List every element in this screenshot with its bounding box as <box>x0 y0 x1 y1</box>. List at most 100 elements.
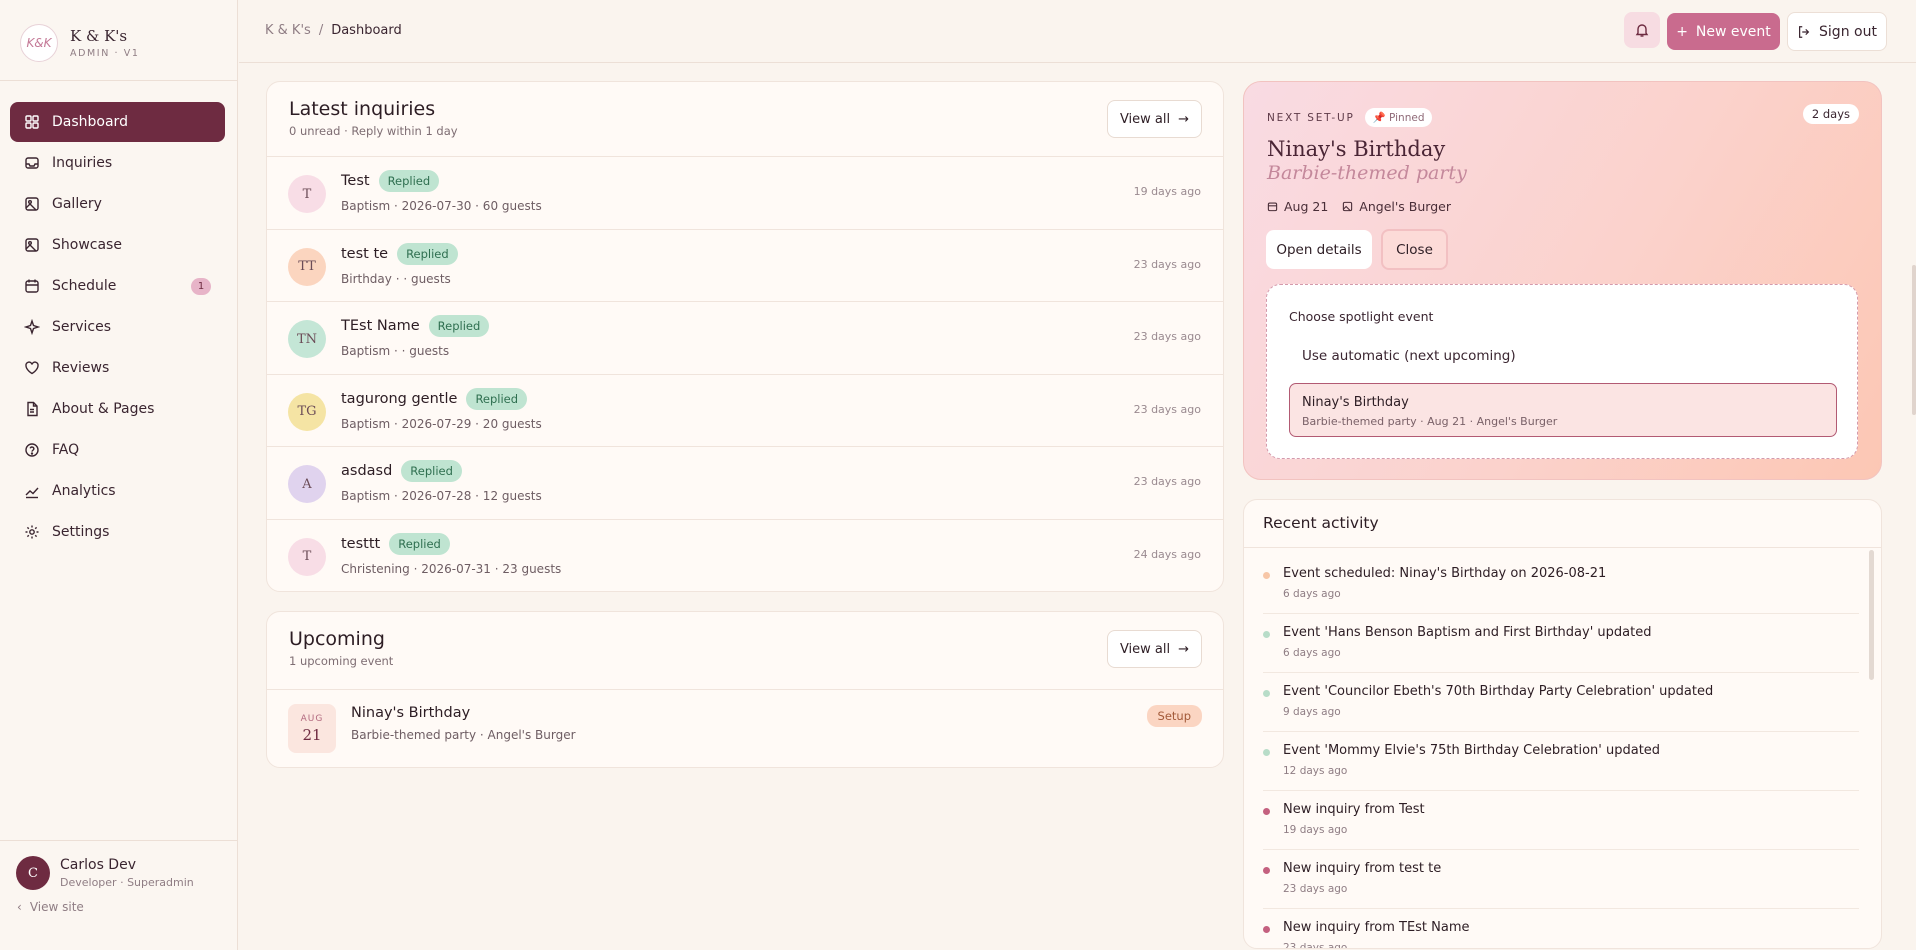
status-badge: Setup <box>1146 705 1202 727</box>
brand-subtitle: ADMIN · V1 <box>70 48 140 59</box>
activity-text: Event 'Mommy Elvie's 75th Birthday Celeb… <box>1283 743 1661 758</box>
activity-item: Event 'Councilor Ebeth's 70th Birthday P… <box>1244 673 1859 732</box>
sidebar-item-reviews[interactable]: Reviews <box>10 348 225 388</box>
sidebar: K&K K & K's ADMIN · V1 Dashboard Inquiri… <box>0 0 238 950</box>
sidebar-item-faq[interactable]: FAQ <box>10 430 225 470</box>
countdown-badge: 2 days <box>1802 104 1859 124</box>
arrow-right-icon: → <box>1178 641 1190 657</box>
image-icon <box>1343 201 1353 212</box>
activity-dot <box>1263 631 1270 638</box>
inquiry-time: 19 days ago <box>1133 185 1201 198</box>
activity-dot <box>1263 690 1270 697</box>
sidebar-item-analytics[interactable]: Analytics <box>10 471 225 511</box>
inquiry-name: test te <box>341 245 389 262</box>
status-badge: Replied <box>378 170 440 192</box>
status-badge: Replied <box>466 387 528 410</box>
page-scrollbar[interactable] <box>1912 265 1916 415</box>
activity-item: Event 'Mommy Elvie's 75th Birthday Celeb… <box>1244 732 1859 791</box>
spotlight-date-text: Aug 21 <box>1284 199 1329 214</box>
option-name: Ninay's Birthday <box>1302 395 1409 410</box>
inquiry-detail: Birthday · · guests <box>341 271 451 286</box>
sidebar-item-gallery[interactable]: Gallery <box>10 184 225 224</box>
brand[interactable]: K&K K & K's ADMIN · V1 <box>20 24 140 62</box>
option-detail: Barbie-themed party · Aug 21 · Angel's B… <box>1302 415 1558 428</box>
upcoming-event-row[interactable]: AUG 21 Ninay's Birthday Barbie-themed pa… <box>267 689 1223 767</box>
sign-out-button[interactable]: Sign out <box>1787 12 1887 51</box>
sidebar-item-label: Schedule <box>52 278 117 294</box>
divider <box>0 80 237 81</box>
automatic-option[interactable]: Use automatic (next upcoming) <box>1302 348 1516 364</box>
view-all-label: View all <box>1119 111 1171 127</box>
inquiry-row[interactable]: T Test Replied Baptism · 2026-07-30 · 60 gu… <box>267 156 1223 228</box>
upcoming-view-all-button[interactable]: View all → <box>1107 630 1202 668</box>
view-all-label: View all <box>1119 641 1171 657</box>
spotlight-option-selected[interactable]: Ninay's Birthday Barbie-themed party · A… <box>1289 383 1837 437</box>
open-details-button[interactable]: Open details <box>1266 230 1372 269</box>
sidebar-item-services[interactable]: Services <box>10 307 225 347</box>
sidebar-item-label: About & Pages <box>52 401 155 417</box>
spotlight-chooser: Choose spotlight event Use automatic (ne… <box>1266 284 1858 459</box>
chevron-left-icon: ‹ <box>17 900 22 914</box>
new-event-label: New event <box>1695 23 1771 40</box>
inquiry-row[interactable]: Aasdasd Replied Baptism · 2026-07-28 · 12 … <box>267 446 1223 518</box>
inquiry-name: Test <box>341 173 370 189</box>
next-setup-spotlight: NEXT SET-UP 📌 Pinned 2 days Ninay's Birt… <box>1243 81 1882 480</box>
sidebar-item-label: Inquiries <box>52 155 113 171</box>
calendar-icon <box>25 279 39 293</box>
sidebar-item-label: Showcase <box>52 237 122 253</box>
notifications-button[interactable] <box>1624 12 1660 48</box>
avatar: A <box>288 465 326 503</box>
plus-icon: + <box>1676 23 1688 40</box>
sidebar-item-dashboard[interactable]: Dashboard <box>10 102 225 142</box>
spotlight-label: NEXT SET-UP <box>1267 111 1355 124</box>
breadcrumb-root[interactable]: K & K's <box>265 23 311 38</box>
image-icon <box>25 238 39 252</box>
sidebar-item-inquiries[interactable]: Inquiries <box>10 143 225 183</box>
inquiry-name: TEst Name <box>341 318 420 334</box>
activity-item: New inquiry from test te 23 days ago <box>1244 850 1859 909</box>
sidebar-item-showcase[interactable]: Showcase <box>10 225 225 265</box>
avatar: TG <box>288 392 326 431</box>
status-badge: Replied <box>397 242 458 265</box>
activity-dot <box>1263 572 1270 579</box>
inquiries-view-all-button[interactable]: View all → <box>1107 100 1202 138</box>
view-site-link[interactable]: ‹ View site <box>17 900 84 914</box>
inquiries-subtitle: 0 unread · Reply within 1 day <box>289 124 458 138</box>
event-date-box: AUG 21 <box>288 704 336 753</box>
sidebar-item-label: Reviews <box>52 360 110 376</box>
activity-scrollbar[interactable] <box>1869 550 1874 680</box>
inquiry-row[interactable]: TN TEst Name Replied Baptism · · guests 23 d… <box>267 301 1223 373</box>
upcoming-subtitle: 1 upcoming event <box>289 654 394 668</box>
inquiry-row[interactable]: TT test te Replied Birthday · · guests 23 da… <box>267 228 1223 301</box>
latest-inquiries-card: Latest inquiries 0 unread · Reply within… <box>266 81 1224 592</box>
inquiry-row[interactable]: Ttesttt Replied Christening · 2026-07-31 ·… <box>267 518 1223 591</box>
activity-time: 6 days ago <box>1283 588 1341 600</box>
activity-text: New inquiry from Test <box>1283 802 1425 817</box>
sidebar-item-about-pages[interactable]: About & Pages <box>10 389 225 429</box>
view-site-label: View site <box>29 900 84 914</box>
inquiry-detail: Christening · 2026-07-31 · 23 guests <box>341 561 562 576</box>
status-badge: Replied <box>428 315 490 337</box>
activity-dot <box>1263 926 1270 933</box>
activity-item: New inquiry from TEst Name 23 days ago <box>1244 909 1859 948</box>
image-icon <box>25 197 39 211</box>
breadcrumb-separator: / <box>318 23 324 38</box>
close-button[interactable]: Close <box>1381 229 1448 270</box>
sidebar-item-schedule[interactable]: Schedule 1 <box>10 266 225 306</box>
new-event-button[interactable]: + New event <box>1667 13 1780 50</box>
activity-text: Event 'Hans Benson Baptism and First Bir… <box>1283 625 1652 640</box>
activity-text: Event 'Councilor Ebeth's 70th Birthday P… <box>1283 684 1714 699</box>
user-name: Carlos Dev <box>60 857 136 873</box>
inquiry-name-row: Test Replied <box>341 170 440 192</box>
inquiry-time: 23 days ago <box>1133 475 1201 488</box>
activity-time: 9 days ago <box>1283 706 1341 718</box>
topbar: K & K's / Dashboard + New event Sign out <box>239 0 1916 63</box>
avatar: C <box>16 856 50 890</box>
inquiry-row[interactable]: TG tagurong gentle Replied Baptism · 2026-0… <box>267 373 1223 446</box>
sidebar-item-label: Services <box>52 319 112 335</box>
user-profile[interactable]: C Carlos Dev Developer · Superadmin <box>16 856 194 890</box>
sidebar-item-settings[interactable]: Settings <box>10 512 225 552</box>
brand-name: K & K's <box>70 27 128 45</box>
gear-icon <box>25 525 39 539</box>
sign-out-icon <box>1799 25 1810 38</box>
